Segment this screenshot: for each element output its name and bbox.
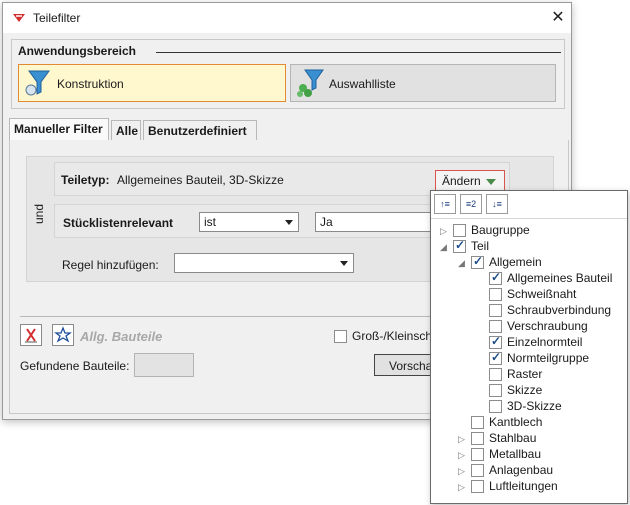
tree-item-label: 3D-Skizze bbox=[507, 399, 562, 413]
star-icon bbox=[54, 326, 72, 343]
tree-checkbox[interactable] bbox=[489, 288, 502, 301]
tree-item-label: Stahlbau bbox=[489, 431, 537, 445]
und-label: und bbox=[32, 203, 46, 224]
teiletyp-tree: ▷Baugruppe◢Teil◢AllgemeinAllgemeines Bau… bbox=[431, 223, 627, 501]
stuckliste-label: Stücklistenrelevant bbox=[63, 216, 174, 230]
expand-all-icon[interactable]: ↑≡ bbox=[434, 194, 456, 214]
tree-collapse-icon[interactable]: ◢ bbox=[440, 242, 450, 252]
tree-checkbox[interactable] bbox=[489, 350, 502, 365]
window-title: Teilefilter bbox=[33, 11, 81, 25]
tab-alle[interactable]: Alle bbox=[111, 120, 141, 141]
tree-item-label: Allgemeines Bauteil bbox=[507, 271, 613, 285]
auswahlliste-label: Auswahlliste bbox=[329, 77, 396, 91]
tree-expand-icon[interactable]: ▷ bbox=[458, 482, 468, 492]
tree-expand-icon[interactable]: ▷ bbox=[458, 434, 468, 444]
tree-checkbox[interactable] bbox=[471, 448, 484, 461]
scope-group: Anwendungsbereich Konstruktion Auswahlli… bbox=[11, 39, 565, 109]
case-sensitive-label: Groß-/Kleinschr bbox=[352, 329, 437, 343]
tree-item-label: Metallbau bbox=[489, 447, 542, 461]
tree-item-label: Anlagenbau bbox=[489, 463, 554, 477]
chevron-down-icon bbox=[486, 179, 496, 185]
tree-item-label: Einzelnormteil bbox=[507, 335, 583, 349]
value-dropdown[interactable]: Ja bbox=[315, 212, 435, 232]
tree-checkbox[interactable] bbox=[453, 224, 466, 237]
tree-item-label: Teil bbox=[471, 239, 490, 253]
tree-item-label: Verschraubung bbox=[507, 319, 588, 333]
tree-item-label: Baugruppe bbox=[471, 223, 530, 237]
tree-checkbox[interactable] bbox=[471, 432, 484, 445]
tree-item-label: Normteilgruppe bbox=[507, 351, 590, 365]
case-sensitive-checkbox[interactable] bbox=[334, 330, 347, 343]
tree-checkbox[interactable] bbox=[489, 320, 502, 333]
title-bar: Teilefilter ✕ bbox=[3, 3, 571, 33]
aendern-button[interactable]: Ändern bbox=[435, 170, 505, 192]
delete-icon bbox=[25, 328, 37, 343]
konstruktion-button[interactable]: Konstruktion bbox=[18, 64, 286, 102]
auswahlliste-button[interactable]: Auswahlliste bbox=[290, 64, 556, 102]
chevron-down-icon bbox=[340, 261, 348, 266]
close-icon[interactable]: ✕ bbox=[549, 9, 567, 27]
tree-item-label: Luftleitungen bbox=[489, 479, 558, 493]
tree-item-label: Schweißnaht bbox=[507, 287, 577, 301]
tab-benutzerdefiniert[interactable]: Benutzerdefiniert bbox=[143, 120, 257, 141]
group-divider bbox=[156, 52, 561, 53]
app-logo-icon bbox=[11, 10, 27, 26]
tree-item-label: Raster bbox=[507, 367, 543, 381]
rule-name: Allg. Bauteile bbox=[80, 329, 163, 344]
tree-checkbox[interactable] bbox=[489, 400, 502, 413]
tree-item-label: Skizze bbox=[507, 383, 543, 397]
tree-checkbox[interactable] bbox=[453, 238, 466, 253]
tree-checkbox[interactable] bbox=[489, 368, 502, 381]
tree-item-label: Kantblech bbox=[489, 415, 543, 429]
tree-checkbox[interactable] bbox=[471, 254, 484, 269]
level-2-icon[interactable]: ≡2 bbox=[460, 194, 482, 214]
teiletyp-popup: ↑≡ ≡2 ↓≡ ▷Baugruppe◢Teil◢AllgemeinAllgem… bbox=[430, 190, 628, 504]
add-rule-dropdown[interactable] bbox=[174, 253, 354, 273]
chevron-down-icon bbox=[285, 220, 293, 225]
konstruktion-label: Konstruktion bbox=[57, 77, 124, 91]
collapse-all-icon[interactable]: ↓≡ bbox=[486, 194, 508, 214]
popup-divider bbox=[431, 218, 627, 219]
tree-expand-icon[interactable]: ▷ bbox=[458, 466, 468, 476]
delete-rule-button[interactable] bbox=[20, 324, 42, 346]
operator-dropdown[interactable]: ist bbox=[199, 212, 299, 232]
tree-checkbox[interactable] bbox=[489, 270, 502, 285]
filter-selection-icon bbox=[297, 69, 324, 97]
found-label: Gefundene Bauteile: bbox=[20, 359, 130, 373]
tab-manueller-filter[interactable]: Manueller Filter bbox=[9, 118, 109, 141]
value-value: Ja bbox=[320, 215, 333, 229]
tree-checkbox[interactable] bbox=[471, 416, 484, 429]
found-count bbox=[134, 353, 194, 377]
tree-checkbox[interactable] bbox=[489, 334, 502, 349]
tree-item-label: Schraubverbindung bbox=[507, 303, 612, 317]
tree-expand-icon[interactable]: ▷ bbox=[458, 450, 468, 460]
teiletyp-value: Allgemeines Bauteil, 3D-Skizze bbox=[117, 173, 284, 187]
tree-checkbox[interactable] bbox=[489, 384, 502, 397]
operator-value: ist bbox=[204, 215, 216, 229]
tree-checkbox[interactable] bbox=[471, 480, 484, 493]
filter-construction-icon bbox=[25, 70, 50, 96]
tree-item-label: Allgemein bbox=[489, 255, 542, 269]
tree-checkbox[interactable] bbox=[489, 304, 502, 317]
add-rule-label: Regel hinzufügen: bbox=[62, 258, 159, 272]
aendern-label: Ändern bbox=[442, 174, 481, 188]
teiletyp-label: Teiletyp: bbox=[61, 173, 110, 187]
favorite-button[interactable] bbox=[52, 324, 74, 346]
scope-title: Anwendungsbereich bbox=[18, 44, 137, 58]
tree-collapse-icon[interactable]: ◢ bbox=[458, 258, 468, 268]
tree-expand-icon[interactable]: ▷ bbox=[440, 226, 450, 236]
tree-checkbox[interactable] bbox=[471, 464, 484, 477]
divider bbox=[20, 316, 440, 317]
